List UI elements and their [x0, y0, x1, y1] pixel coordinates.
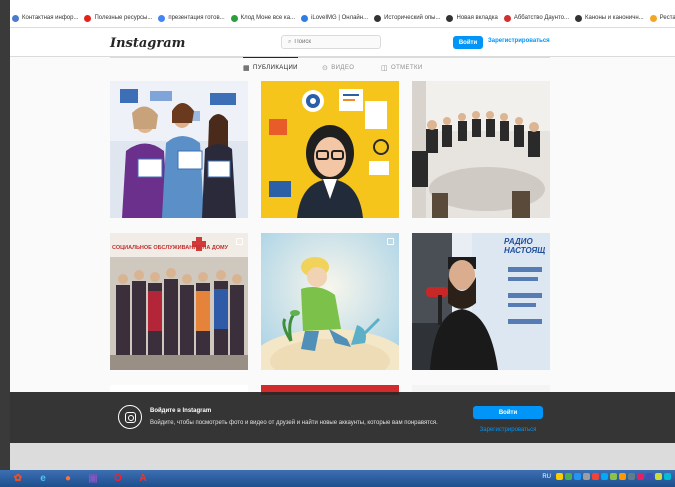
post-radio-interview-caption: РАДИО НАСТОЯЩ — [504, 237, 546, 255]
bookmark-item[interactable]: Полезные ресурсы... — [84, 14, 153, 22]
post-illustration-woman[interactable] — [261, 81, 399, 218]
post-award-ceremony[interactable] — [110, 81, 248, 218]
post-meeting-circle[interactable] — [412, 81, 550, 218]
instagram-header: Instagram ⌕ Войти Зарегистрироваться — [10, 28, 675, 57]
banner-register-link[interactable]: Зарегистрироваться — [475, 427, 541, 433]
tabs-divider — [110, 57, 550, 58]
bookmark-label: Контактная инфор... — [22, 15, 79, 21]
taskbar-apps: ✿ e ● ▣ O A — [0, 473, 150, 485]
globe-icon — [374, 14, 382, 22]
heart-icon — [301, 14, 309, 22]
search-input[interactable] — [294, 39, 375, 45]
tray-app-icon[interactable] — [664, 473, 671, 480]
bookmark-item[interactable]: Исторический опы... — [374, 14, 441, 22]
globe-icon — [446, 14, 454, 22]
post-little-prince[interactable] — [261, 233, 399, 370]
instagram-logo[interactable]: Instagram — [110, 36, 185, 51]
banner-text: Войдите, чтобы посмотреть фото и видео о… — [150, 420, 438, 426]
multi-photo-icon — [236, 238, 243, 245]
windows-taskbar: ✿ e ● ▣ O A RU — [0, 470, 675, 487]
bookmark-item[interactable]: Контактная инфор... — [12, 14, 79, 22]
bookmark-item[interactable]: iLoveIMG | Онлайн... — [301, 14, 369, 22]
header-login-button[interactable]: Войти — [453, 36, 483, 49]
acrobat-icon[interactable]: A — [136, 473, 150, 485]
bookmark-label: Аббатство Даунто... — [513, 15, 570, 21]
banner-login-button[interactable]: Войти — [473, 406, 543, 419]
bookmark-label: Каноны и каноничн... — [585, 15, 644, 21]
google-icon — [158, 14, 166, 22]
tab-video[interactable]: ⊙ ВИДЕО — [322, 64, 354, 72]
post-award-ceremony-image — [110, 81, 248, 218]
grid-icon: ▦ — [243, 65, 251, 72]
header-register-link[interactable]: Зарегистрироваться — [488, 38, 550, 44]
bookmark-label: iLoveIMG | Онлайн... — [311, 15, 369, 21]
tab-publications-label: ПУБЛИКАЦИИ — [253, 65, 298, 71]
browser-chrome: Контактная инфор... Полезные ресурсы... пр… — [10, 0, 675, 28]
tray-app-icon[interactable] — [628, 473, 635, 480]
banner-title: Войдите в Instagram — [150, 408, 212, 414]
post-radio-interview[interactable]: РАДИО НАСТОЯЩ — [412, 233, 550, 370]
page-bottom-area — [10, 443, 675, 470]
instagram-camera-icon — [118, 405, 142, 429]
firefox-icon[interactable]: ● — [61, 473, 75, 485]
bookmark-label: презентация готов... — [168, 15, 225, 21]
post-social-service[interactable]: СОЦИАЛЬНОЕ ОБСЛУЖИВАНИЕ НА ДОМУ — [110, 233, 248, 370]
language-indicator[interactable]: RU — [542, 474, 551, 480]
bookmark-label: Исторический опы... — [384, 15, 441, 21]
pdf-editor-icon[interactable]: ▣ — [86, 473, 100, 485]
video-icon: ⊙ — [322, 65, 329, 72]
tag-icon: ◫ — [381, 65, 389, 72]
tray-app-icon[interactable] — [574, 473, 581, 480]
tray-app-icon[interactable] — [619, 473, 626, 480]
login-banner: Войдите в Instagram Войдите, чтобы посмо… — [10, 392, 675, 443]
play-icon — [230, 14, 238, 22]
tray-app-icon[interactable] — [592, 473, 599, 480]
globe-icon — [575, 14, 583, 22]
post-social-service-image — [110, 233, 248, 370]
tray-app-icon[interactable] — [637, 473, 644, 480]
post-little-prince-image — [261, 233, 399, 370]
internet-explorer-icon[interactable]: e — [36, 473, 50, 485]
tray-app-icon[interactable] — [565, 473, 572, 480]
tray-app-icon[interactable] — [655, 473, 662, 480]
bookmark-item[interactable]: презентация готов... — [158, 14, 225, 22]
star-icon — [503, 14, 511, 22]
search-box[interactable]: ⌕ — [281, 35, 381, 49]
tab-video-label: ВИДЕО — [331, 65, 355, 71]
tray-app-icon[interactable] — [610, 473, 617, 480]
bookmark-item[interactable]: Реставрация — [649, 14, 675, 22]
post-meeting-circle-image — [412, 81, 550, 218]
multi-photo-icon — [387, 238, 394, 245]
p-icon — [649, 14, 657, 22]
bookmarks-bar: Контактная инфор... Полезные ресурсы... пр… — [10, 10, 675, 26]
system-tray: RU — [542, 473, 671, 480]
post-social-service-caption: СОЦИАЛЬНОЕ ОБСЛУЖИВАНИЕ НА ДОМУ — [112, 245, 229, 251]
opera-icon[interactable]: O — [111, 473, 125, 485]
tray-icons — [556, 473, 671, 480]
doc-icon — [12, 14, 19, 22]
tab-tagged-label: ОТМЕТКИ — [391, 65, 423, 71]
tab-publications[interactable]: ▦ ПУБЛИКАЦИИ — [243, 57, 298, 72]
bookmark-item[interactable]: Клод Моне все ка... — [230, 14, 296, 22]
bookmark-item[interactable]: Каноны и каноничн... — [575, 14, 644, 22]
bookmark-label: Клод Моне все ка... — [240, 15, 296, 21]
tray-app-icon[interactable] — [556, 473, 563, 480]
bookmark-label: Полезные ресурсы... — [94, 15, 153, 21]
youtube-icon — [84, 14, 92, 22]
windows-start-icon[interactable]: ✿ — [11, 473, 25, 485]
post-illustration-woman-image — [261, 81, 399, 218]
window-frame-left — [0, 0, 10, 470]
tray-app-icon[interactable] — [583, 473, 590, 480]
bookmark-item[interactable]: Новая вкладка — [446, 14, 498, 22]
tray-app-icon[interactable] — [601, 473, 608, 480]
bookmark-item[interactable]: Аббатство Даунто... — [503, 14, 570, 22]
bookmark-label: Новая вкладка — [456, 15, 498, 21]
profile-tabs: ▦ ПУБЛИКАЦИИ ⊙ ВИДЕО ◫ ОТМЕТКИ — [10, 57, 675, 81]
tab-tagged[interactable]: ◫ ОТМЕТКИ — [381, 64, 423, 72]
tray-app-icon[interactable] — [646, 473, 653, 480]
bookmark-label: Реставрация — [659, 15, 675, 21]
search-icon: ⌕ — [288, 38, 292, 45]
